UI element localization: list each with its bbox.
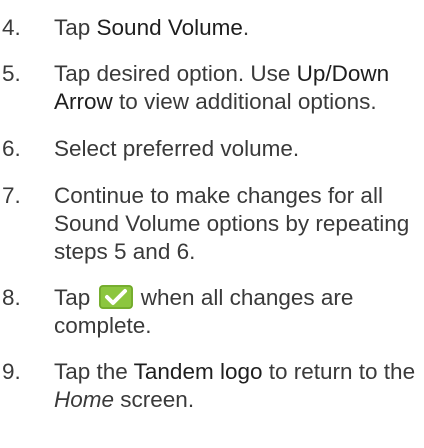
check-save-icon [98, 285, 133, 309]
sound-volume-term: Sound Volume [96, 15, 243, 40]
step-number: 7. [2, 183, 21, 208]
step-number: 8. [2, 285, 21, 310]
step-text: Tap the Tandem logo to return to the Hom… [54, 359, 416, 412]
step-number: 9. [2, 359, 21, 384]
step-text: Select preferred volume. [54, 136, 300, 161]
step-number: 5. [2, 61, 21, 86]
step-text: Tap when all changes are complete. [54, 285, 354, 338]
step-number: 6. [2, 136, 21, 161]
home-term: Home [54, 387, 115, 412]
step-text: Tap Sound Volume. [54, 15, 250, 40]
step-text: Continue to make changes for all Sound V… [54, 183, 410, 264]
tandem-logo-term: Tandem logo [133, 359, 263, 384]
step-number: 4. [2, 15, 21, 40]
step-text: Tap desired option. Use Up/Down Arrow to… [54, 61, 390, 114]
